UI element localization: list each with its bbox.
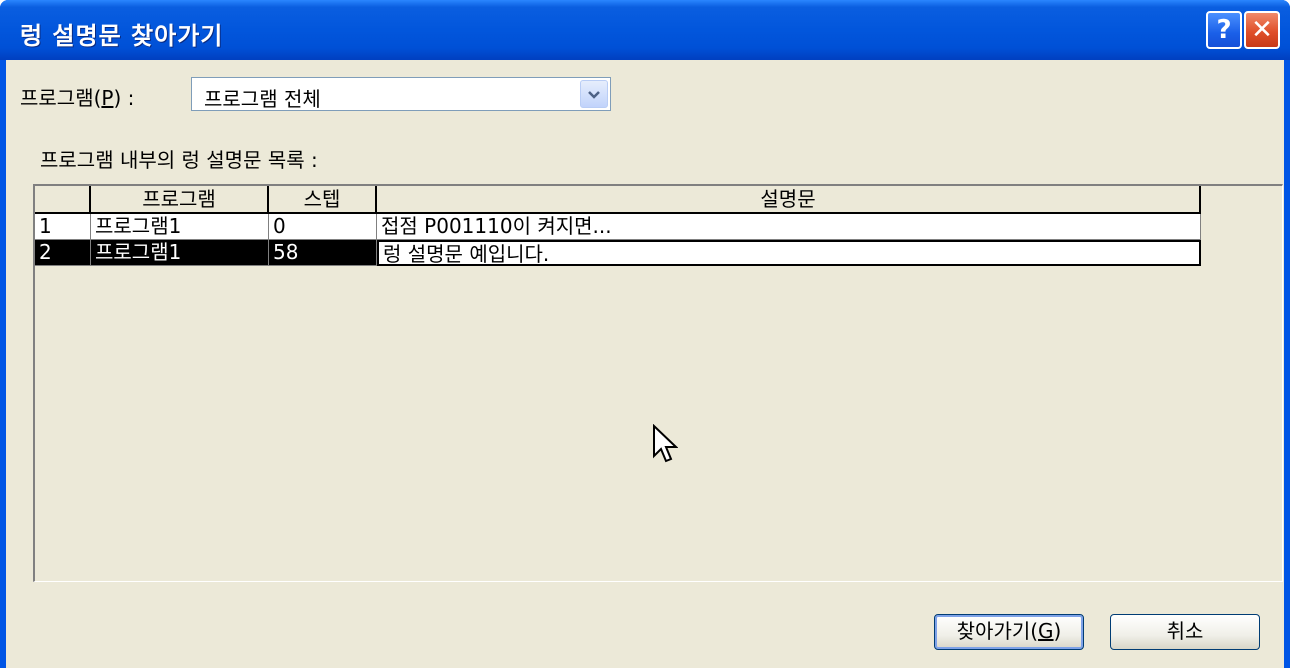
title-bar[interactable]: 렁 설명문 찾아가기 ? ✕ — [0, 0, 1290, 60]
table-cell-description[interactable]: 접점 P001110이 켜지면... — [377, 214, 1201, 240]
table-cell-step-selected[interactable]: 58 — [269, 240, 377, 266]
list-caption: 프로그램 내부의 렁 설명문 목록 : — [40, 148, 318, 172]
mouse-pointer-icon — [653, 424, 678, 463]
dialog-window: 렁 설명문 찾아가기 ? ✕ 프로그램(P) : 프로그램 전체 프로그램 내부… — [0, 0, 1290, 668]
column-header-index — [35, 186, 91, 214]
dialog-body: 프로그램(P) : 프로그램 전체 프로그램 내부의 렁 설명문 목록 : 프로… — [6, 60, 1284, 668]
rung-comment-table[interactable]: 프로그램 스텝 설명문 1 프로그램1 0 접점 P001110이 켜지면...… — [33, 184, 1283, 582]
program-label: 프로그램(P) : — [20, 86, 135, 110]
cancel-button[interactable]: 취소 — [1110, 614, 1260, 650]
program-dropdown-value: 프로그램 전체 — [204, 87, 321, 111]
program-dropdown[interactable]: 프로그램 전체 — [191, 77, 611, 111]
column-header-program[interactable]: 프로그램 — [91, 186, 269, 214]
help-button[interactable]: ? — [1206, 11, 1242, 49]
table-cell-program[interactable]: 프로그램1 — [91, 214, 269, 240]
table-cell-step[interactable]: 0 — [269, 214, 377, 240]
column-header-description[interactable]: 설명문 — [377, 186, 1201, 214]
close-icon: ✕ — [1251, 15, 1273, 45]
table-row-index[interactable]: 1 — [35, 214, 91, 240]
table-cell-description-selected[interactable]: 렁 설명문 예입니다. — [377, 240, 1201, 266]
question-icon: ? — [1216, 15, 1232, 45]
column-header-step[interactable]: 스텝 — [269, 186, 377, 214]
table-row-index-selected[interactable]: 2 — [35, 240, 91, 266]
close-button[interactable]: ✕ — [1244, 11, 1280, 49]
goto-button[interactable]: 찾아가기(G) — [934, 614, 1084, 650]
chevron-down-icon[interactable] — [580, 80, 608, 108]
dialog-title: 렁 설명문 찾아가기 — [20, 22, 224, 50]
table-cell-program-selected[interactable]: 프로그램1 — [91, 240, 269, 266]
